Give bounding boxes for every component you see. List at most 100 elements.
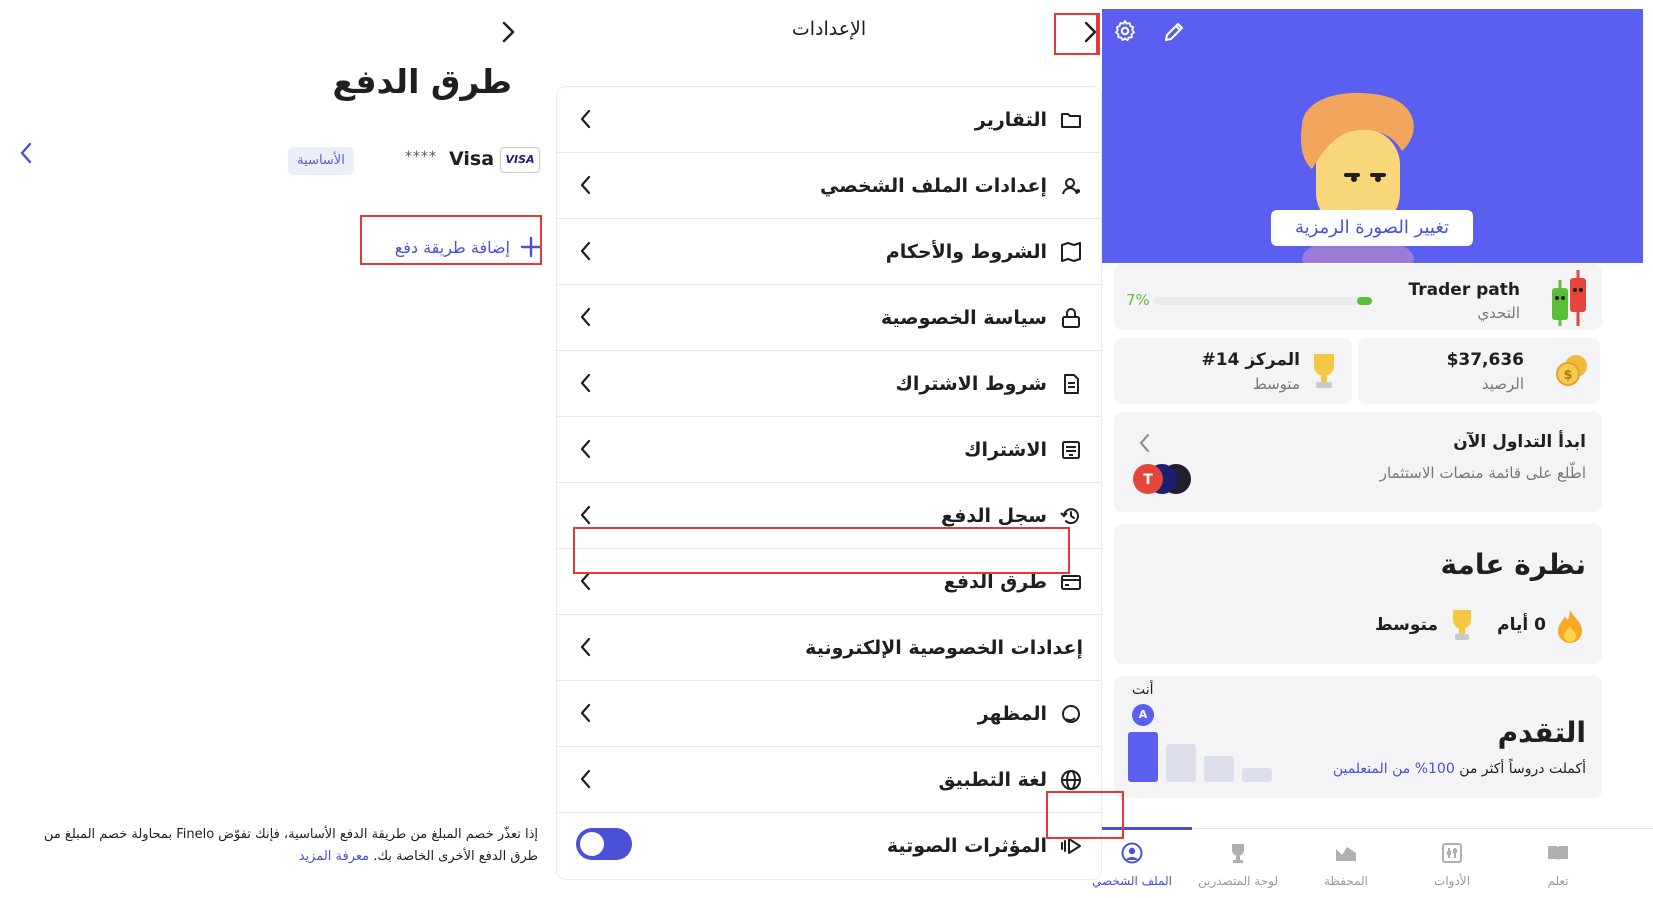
svg-text:$: $ (1563, 368, 1572, 383)
document-icon (1064, 373, 1079, 394)
chevron-right-icon[interactable] (500, 21, 516, 43)
start-trading-title: ابدأ التداول الآن (1453, 432, 1586, 452)
chevron-left-icon[interactable] (18, 141, 34, 165)
pencil-icon[interactable] (1162, 20, 1186, 44)
settings-item-subscription-terms[interactable]: شروط الاشتراك (557, 351, 1101, 417)
chevron-left-icon (580, 439, 591, 459)
balance-card: $37,636 الرصيد $ (1358, 338, 1600, 404)
level-value: متوسط (1374, 615, 1438, 635)
settings-item-payment-history[interactable]: سجل الدفع (557, 483, 1101, 549)
toggle-knob (580, 832, 604, 856)
chevron-left-icon (580, 505, 591, 525)
settings-item-reports[interactable]: التقارير (557, 87, 1101, 153)
sound-effects-toggle[interactable] (576, 828, 632, 860)
tab-portfolio[interactable]: المحفظة (1296, 829, 1396, 898)
progress-title: التقدم (1497, 716, 1586, 749)
settings-list: التقارير إعدادات الملف الشخصي الشروط وال… (556, 86, 1102, 880)
page-title: طرق الدفع (332, 62, 512, 101)
trader-path-card[interactable]: Trader path التحدي 7% (1114, 264, 1602, 330)
tab-label: تعلم (1547, 874, 1569, 888)
rank-label: متوسط (1252, 375, 1300, 393)
settings-item-eprivacy[interactable]: إعدادات الخصوصية الإلكترونية (557, 615, 1101, 681)
change-avatar-button[interactable]: تغيير الصورة الرمزية (1271, 210, 1473, 246)
settings-item-label: سجل الدفع (941, 504, 1047, 527)
visa-card-icon: VISA (500, 147, 540, 173)
tab-learn[interactable]: تعلم (1508, 829, 1608, 898)
gear-icon[interactable] (1113, 19, 1137, 43)
tab-profile[interactable]: الملف الشخصي (1082, 829, 1182, 898)
chevron-right-icon[interactable] (1082, 21, 1098, 43)
trophy-icon (1232, 844, 1244, 863)
chevron-left-icon (580, 571, 591, 591)
settings-title: الإعدادات (791, 18, 867, 40)
chevron-left-icon (580, 241, 591, 261)
settings-item-label: التقارير (974, 108, 1047, 131)
chevron-left-icon (580, 175, 591, 195)
you-label: أنت (1132, 682, 1154, 698)
moon-icon (1062, 704, 1080, 723)
chevron-left-icon (580, 109, 591, 129)
learn-more-link[interactable]: معرفة المزيد (299, 849, 369, 864)
profile-icon (1121, 842, 1143, 864)
settings-item-label: لغة التطبيق (938, 768, 1047, 791)
footnote-text: إذا تعذّر خصم المبلغ من طريقة الدفع الأس… (43, 827, 538, 864)
settings-item-language[interactable]: لغة التطبيق (557, 747, 1101, 813)
streak-value: 0 أيام (1497, 615, 1546, 635)
balance-label: الرصيد (1481, 375, 1524, 393)
trader-path-name: Trader path (1408, 280, 1520, 300)
start-trading-card[interactable]: ابدأ التداول الآن اطّلع على قائمة منصات … (1114, 412, 1602, 512)
rank-value: المركز 14# (1201, 350, 1300, 370)
globe-icon (1061, 769, 1081, 790)
card-brand: Visa (449, 148, 495, 170)
settings-item-label: المظهر (977, 702, 1047, 725)
history-icon (1060, 507, 1079, 524)
progress-fill (1356, 297, 1372, 305)
lock-icon (1062, 307, 1080, 328)
fire-icon (1558, 610, 1582, 643)
chevron-left-icon (580, 769, 591, 789)
start-trading-subtitle: اطّلع على قائمة منصات الاستثمار (1379, 464, 1586, 482)
balance-value: $37,636 (1446, 350, 1524, 370)
progress-text-highlight: 100% من المتعلمين (1332, 761, 1455, 777)
settings-item-subscription[interactable]: الاشتراك (557, 417, 1101, 483)
trader-path-subtitle: التحدي (1477, 304, 1520, 322)
progress-bar (1242, 768, 1272, 782)
add-payment-method-label: إضافة طريقة دفع (394, 237, 510, 257)
settings-item-privacy[interactable]: سياسة الخصوصية (557, 285, 1101, 351)
chevron-left-icon (580, 637, 591, 657)
settings-item-profile[interactable]: إعدادات الملف الشخصي (557, 153, 1101, 219)
settings-item-label: سياسة الخصوصية (880, 306, 1047, 329)
progress-text: أكملت دروساً أكثر من 100% من المتعلمين (1333, 761, 1586, 777)
tab-tools[interactable]: الأدوات (1402, 829, 1502, 898)
chevron-left-icon (580, 307, 591, 327)
map-icon (1061, 241, 1081, 262)
progress-bar (1204, 756, 1234, 782)
candles-mascot-icon (1552, 270, 1586, 326)
tab-label: المحفظة (1323, 874, 1369, 888)
chevron-left-icon (580, 373, 591, 393)
settings-item-payment-methods[interactable]: طرق الدفع (557, 549, 1101, 615)
credit-card-icon (1061, 574, 1081, 590)
book-icon (1548, 846, 1568, 861)
tab-label: الملف الشخصي (1092, 874, 1172, 888)
user-settings-icon (1062, 177, 1080, 194)
footnote: إذا تعذّر خصم المبلغ من طريقة الدفع الأس… (34, 824, 538, 868)
progress-text-main: أكملت دروساً أكثر من (1459, 761, 1586, 777)
primary-badge: الأساسية (288, 147, 354, 175)
bottom-tab-bar: الملف الشخصي لوحة المتصدرين المحفظة الأد… (1092, 827, 1653, 898)
progress-card: التقدم أنت A أكملت دروساً أكثر من 100% م… (1114, 676, 1602, 798)
progress-bar (1166, 744, 1196, 782)
chevron-left-icon (1139, 434, 1149, 452)
add-payment-method-button[interactable]: إضافة طريقة دفع (372, 230, 542, 264)
trader-path-percent: 7% (1126, 291, 1150, 309)
tab-leaderboard[interactable]: لوحة المتصدرين (1188, 829, 1288, 898)
overview-title: نظرة عامة (1440, 548, 1586, 581)
broker-logos-icon: T (1133, 464, 1191, 494)
receipt-icon (1062, 440, 1080, 459)
settings-item-terms[interactable]: الشروط والأحكام (557, 219, 1101, 285)
sound-icon (1061, 838, 1081, 854)
settings-item-appearance[interactable]: المظهر (557, 681, 1101, 747)
payment-methods-screen: طرق الدفع VISA Visa **** الأساسية إضافة … (0, 0, 542, 898)
plus-icon (520, 236, 542, 258)
coins-icon: $ (1556, 355, 1587, 386)
